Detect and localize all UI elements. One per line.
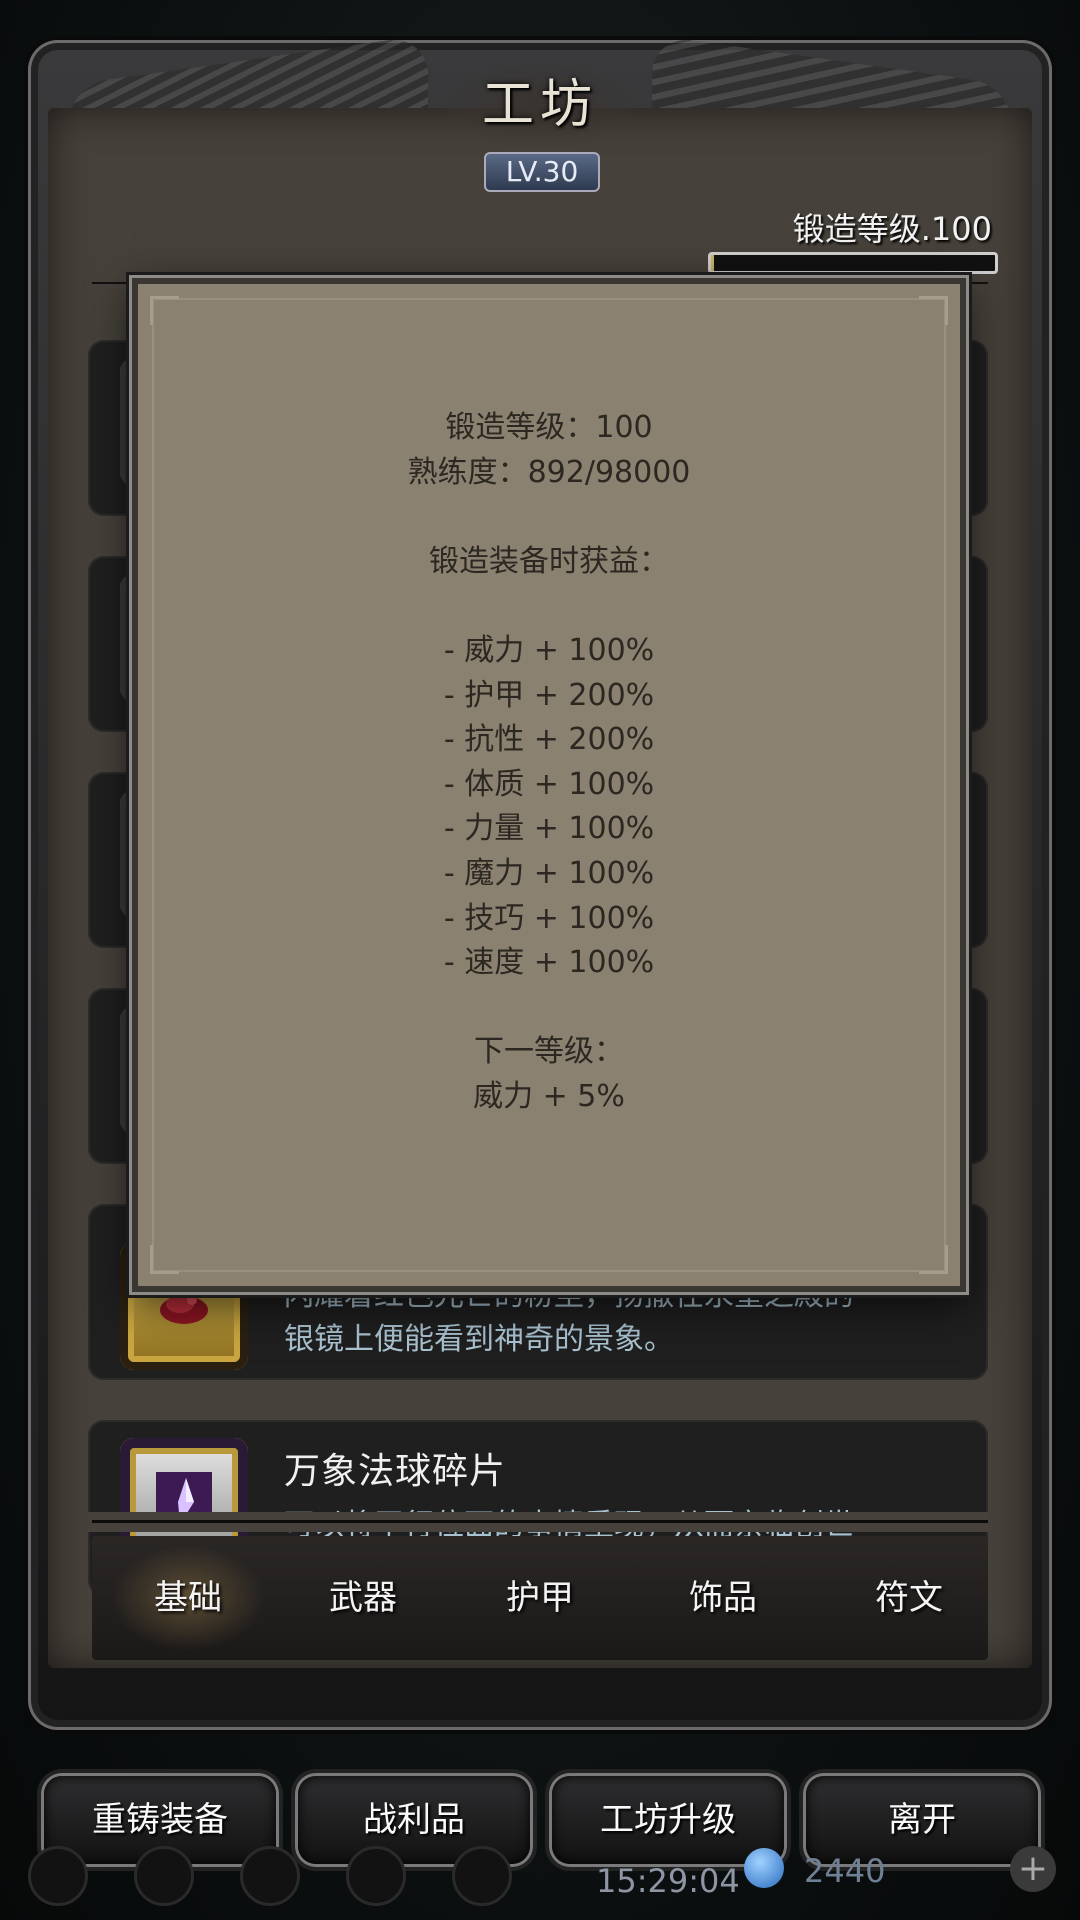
add-gems-icon[interactable]: + — [1010, 1846, 1056, 1892]
tooltip-line: - 护甲 + 200% — [443, 677, 655, 713]
tooltip-gap — [138, 584, 960, 629]
tooltip-text: 锻造等级：100 熟练度：892/98000 锻造装备时获益： - 威力 + 100%… — [138, 406, 960, 1120]
leave-button[interactable]: 离开 — [806, 1776, 1038, 1864]
gem-count: 2440 — [804, 1852, 886, 1890]
tab-basic[interactable]: 基础 — [98, 1536, 278, 1660]
popup-corner — [150, 296, 179, 325]
tooltip-line: - 技巧 + 100% — [443, 900, 655, 936]
menu-ring-icon — [452, 1846, 512, 1906]
item-name: 万象法球碎片 — [284, 1451, 507, 1492]
tooltip-line: - 速度 + 100% — [443, 945, 655, 981]
tooltip-line: 锻造装备时获益： — [429, 543, 669, 579]
tab-rune[interactable]: 符文 — [819, 1536, 999, 1660]
tooltip-line: - 抗性 + 200% — [443, 722, 655, 758]
tooltip-line: 下一等级： — [474, 1034, 624, 1070]
list-bottom-divider — [92, 1520, 988, 1523]
workshop-level-badge: LV.30 — [484, 152, 600, 192]
tooltip-line: - 体质 + 100% — [443, 766, 655, 802]
forge-level-tooltip: 锻造等级：100 熟练度：892/98000 锻造装备时获益： - 威力 + 100%… — [132, 278, 966, 1292]
tooltip-line: - 魔力 + 100% — [443, 855, 655, 891]
tab-armor[interactable]: 护甲 — [450, 1536, 630, 1660]
tooltip-line: 锻造等级：100 — [445, 410, 653, 445]
workshop-upgrade-button[interactable]: 工坊升级 — [552, 1776, 784, 1864]
forge-progress-bar — [708, 252, 998, 274]
popup-corner — [919, 296, 948, 325]
clock: 15:29:04 — [596, 1862, 740, 1900]
page-title: 工坊 — [481, 75, 598, 135]
menu-ring-icon — [28, 1846, 88, 1906]
menu-ring-icon — [134, 1846, 194, 1906]
popup-corner — [150, 1245, 179, 1274]
tooltip-line: 威力 + 5% — [473, 1078, 625, 1114]
tooltip-gap — [138, 986, 960, 1031]
tooltip-line: - 力量 + 100% — [443, 811, 655, 847]
gem-icon — [744, 1848, 784, 1888]
title-plate: 工坊 — [430, 60, 650, 150]
forge-progress-fill — [711, 255, 714, 271]
menu-ring-icon — [240, 1846, 300, 1906]
tooltip-line: 熟练度：892/98000 — [407, 454, 691, 490]
popup-corner — [919, 1245, 948, 1274]
tooltip-line: - 威力 + 100% — [443, 632, 655, 668]
tooltip-gap — [138, 495, 960, 540]
menu-ring-icon — [346, 1846, 406, 1906]
tab-weapon[interactable]: 武器 — [273, 1536, 453, 1660]
tab-accessory[interactable]: 饰品 — [633, 1536, 813, 1660]
category-tabs: 基础 武器 护甲 饰品 符文 — [92, 1536, 988, 1660]
forge-level-label[interactable]: 锻造等级.100 — [793, 204, 992, 250]
